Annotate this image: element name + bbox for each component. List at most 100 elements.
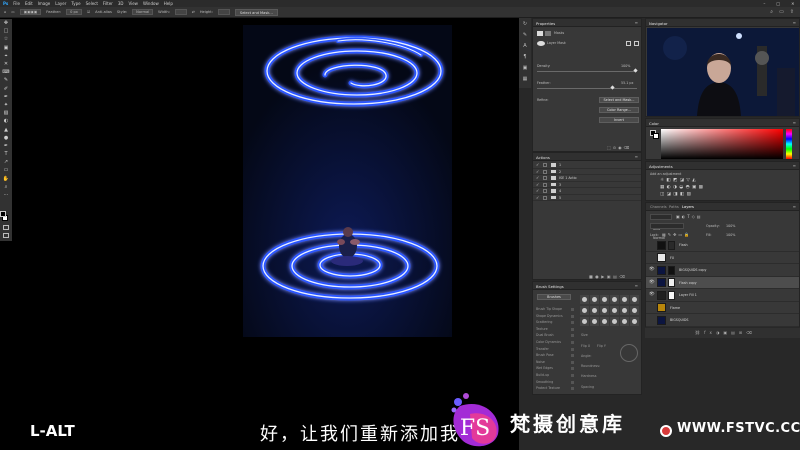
lock-icon[interactable] bbox=[571, 347, 574, 351]
action-check-icon[interactable]: ✓ bbox=[536, 175, 539, 180]
character-icon[interactable]: A bbox=[519, 40, 531, 51]
layer-row[interactable]: Flash bbox=[646, 239, 799, 252]
tab-layers[interactable]: Layers bbox=[682, 205, 694, 209]
layer-row[interactable]: 👁 BIGSQUIDS copy bbox=[646, 264, 799, 277]
lock-icon[interactable] bbox=[571, 321, 574, 325]
filter-icons[interactable]: ▣◐T◇▤ bbox=[676, 214, 703, 219]
adjustment-icons-row-3[interactable]: ◫◪◨◧▨ bbox=[660, 192, 693, 197]
panel-menu-icon[interactable]: ≡ bbox=[793, 120, 796, 125]
brush-preset-thumbnail[interactable] bbox=[620, 306, 629, 315]
tool-icon[interactable]: ⌕ bbox=[0, 183, 12, 191]
lock-icon[interactable] bbox=[571, 314, 574, 318]
brush-option-item[interactable]: Color Dynamics bbox=[536, 340, 561, 344]
adjustment-icons-row-2[interactable]: ▦◐◑◒◓▣▩ bbox=[660, 185, 705, 190]
tool-icon[interactable]: ▧ bbox=[0, 109, 12, 117]
layer-mask-thumbnail[interactable] bbox=[668, 265, 675, 275]
menu-3d[interactable]: 3D bbox=[115, 1, 126, 6]
quick-mask-icon[interactable] bbox=[3, 225, 9, 230]
lock-icon[interactable] bbox=[571, 341, 574, 344]
tool-icon[interactable]: ✋ bbox=[0, 175, 12, 183]
brush-preset-thumbnail[interactable] bbox=[630, 295, 639, 304]
brush-option-item[interactable]: Brush Pose bbox=[536, 353, 554, 357]
brush-option-item[interactable]: Brush Tip Shape bbox=[536, 307, 562, 311]
menu-filter[interactable]: Filter bbox=[100, 1, 115, 6]
brush-preset-thumbnail[interactable] bbox=[600, 306, 609, 315]
layer-controls[interactable]: ⛓fx◑▣▤⊞⌫ bbox=[645, 328, 800, 338]
panel-menu-icon[interactable]: ≡ bbox=[635, 154, 638, 159]
tool-icon[interactable]: ⋯ bbox=[0, 191, 12, 199]
brush-option-item[interactable]: Texture bbox=[536, 327, 548, 331]
select-mask-icon[interactable] bbox=[626, 41, 631, 46]
actions-controls[interactable]: ■●▶▣▤⌫ bbox=[589, 274, 628, 279]
tool-icon[interactable]: ✥ bbox=[0, 19, 12, 27]
tab-paths[interactable]: Paths bbox=[669, 205, 679, 209]
screen-mode-icon[interactable] bbox=[3, 233, 9, 238]
dialog-toggle[interactable] bbox=[543, 195, 547, 200]
vector-add-icon[interactable] bbox=[634, 41, 639, 46]
color-range-button[interactable]: Color Range... bbox=[599, 107, 639, 113]
lock-icon[interactable] bbox=[571, 334, 574, 338]
libraries-icon[interactable]: ▣ bbox=[519, 62, 531, 73]
brush-preset-thumbnail[interactable] bbox=[600, 317, 609, 326]
lock-icon[interactable] bbox=[571, 374, 574, 377]
brush-option-item[interactable]: Build-up bbox=[536, 373, 549, 377]
style-select[interactable]: Normal bbox=[132, 9, 154, 15]
tab-channels[interactable]: Channels bbox=[650, 205, 667, 209]
select-and-mask-button[interactable]: Select and Mask... bbox=[234, 8, 278, 16]
brush-preset-thumbnail[interactable] bbox=[610, 306, 619, 315]
menu-type[interactable]: Type bbox=[69, 1, 83, 6]
brush-preset-thumbnail[interactable] bbox=[580, 317, 589, 326]
color-field[interactable] bbox=[661, 129, 783, 159]
layer-row[interactable]: BIGSQUIDS bbox=[646, 314, 799, 327]
menu-help[interactable]: Help bbox=[161, 1, 175, 6]
vector-mask-icon[interactable] bbox=[545, 31, 551, 36]
lock-icon[interactable] bbox=[571, 308, 574, 311]
menu-edit[interactable]: Edit bbox=[22, 1, 35, 6]
action-check-icon[interactable]: ✓ bbox=[536, 195, 539, 200]
antialias-checkbox[interactable]: ☑ bbox=[87, 10, 90, 14]
panel-menu-icon[interactable]: ≡ bbox=[793, 20, 796, 25]
brush-preset-thumbnail[interactable] bbox=[620, 317, 629, 326]
mask-action-icons[interactable]: ⬚⊙◉⌫ bbox=[607, 145, 631, 150]
action-check-icon[interactable]: ✓ bbox=[536, 188, 539, 193]
swap-icon[interactable]: ⇄ bbox=[192, 10, 195, 14]
menu-image[interactable]: Image bbox=[35, 1, 53, 6]
menu-file[interactable]: File bbox=[11, 1, 23, 6]
document-canvas[interactable] bbox=[243, 25, 452, 337]
layer-mask-thumbnail[interactable] bbox=[668, 290, 675, 300]
swatches-icon[interactable]: ▦ bbox=[519, 73, 531, 84]
tool-icon[interactable]: ✎ bbox=[0, 76, 12, 84]
brush-angle-wheel[interactable] bbox=[620, 344, 638, 362]
layer-row[interactable]: 👁 Layer Fill 1 bbox=[646, 289, 799, 302]
close-button[interactable]: ✕ bbox=[789, 1, 797, 6]
brush-preset-thumbnail[interactable] bbox=[630, 317, 639, 326]
dialog-toggle[interactable] bbox=[543, 169, 547, 174]
dialog-toggle[interactable] bbox=[543, 176, 547, 181]
home-icon[interactable]: ⌂ bbox=[4, 10, 6, 14]
tool-icon[interactable]: T bbox=[0, 150, 12, 158]
layer-row[interactable]: 👁 Flash copy bbox=[646, 276, 799, 289]
tool-icon[interactable]: ✐ bbox=[0, 85, 12, 93]
lock-icons[interactable]: ▦✎✥▭🔒 bbox=[662, 232, 691, 237]
density-slider[interactable] bbox=[537, 71, 637, 72]
panel-menu-icon[interactable]: ≡ bbox=[635, 20, 638, 25]
brush-option-item[interactable]: Wet Edges bbox=[536, 366, 553, 370]
action-check-icon[interactable]: ✓ bbox=[536, 182, 539, 187]
maximize-button[interactable]: □ bbox=[774, 1, 783, 6]
flip-x-label[interactable]: Flip X bbox=[581, 344, 590, 348]
brush-icon[interactable]: ✎ bbox=[519, 29, 531, 40]
brush-option-item[interactable]: Smoothing bbox=[536, 380, 553, 384]
panel-menu-icon[interactable]: ≡ bbox=[793, 163, 796, 168]
brush-option-item[interactable]: Dual Brush bbox=[536, 333, 554, 337]
visibility-eye-icon[interactable]: 👁 bbox=[649, 267, 655, 272]
visibility-eye-icon[interactable]: 👁 bbox=[649, 280, 655, 285]
select-and-mask-button[interactable]: Select and Mask... bbox=[599, 97, 639, 103]
brush-option-item[interactable]: Noise bbox=[536, 360, 545, 364]
filter-kind-select[interactable]: Kind bbox=[650, 214, 672, 231]
brushes-button[interactable]: Brushes bbox=[537, 294, 571, 300]
dialog-toggle[interactable] bbox=[543, 163, 547, 168]
foreground-color-swatch[interactable] bbox=[0, 211, 6, 217]
opacity-value[interactable]: 100% bbox=[726, 224, 735, 228]
brush-preset-thumbnail[interactable] bbox=[580, 295, 589, 304]
tool-icon[interactable]: ● bbox=[0, 134, 12, 142]
